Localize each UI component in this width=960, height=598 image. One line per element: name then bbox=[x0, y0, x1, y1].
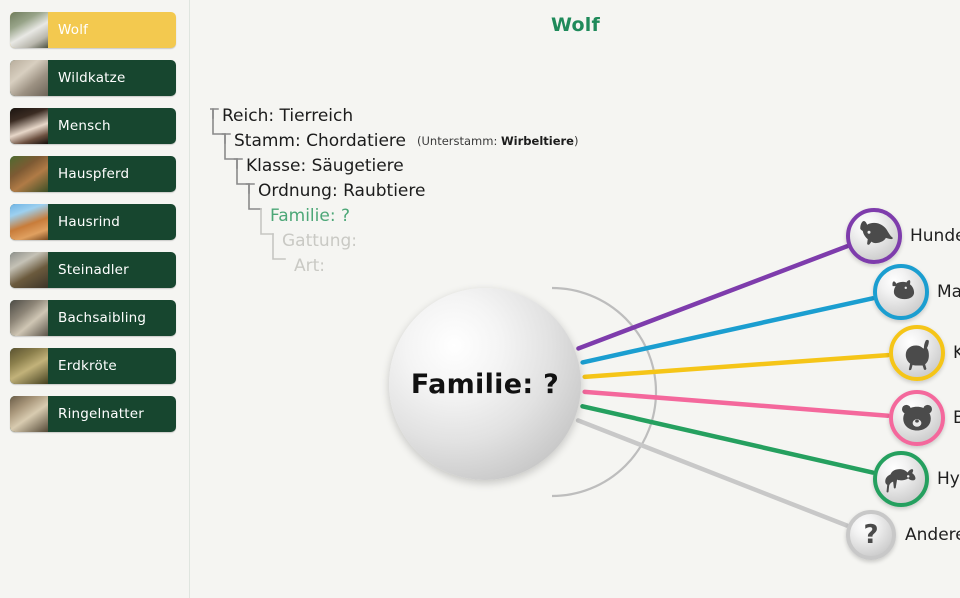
sidebar-item-erdkr-te[interactable]: Erdkröte bbox=[10, 348, 176, 384]
center-node-label: Familie: ? bbox=[410, 368, 560, 400]
sidebar-item-mensch[interactable]: Mensch bbox=[10, 108, 176, 144]
sidebar-item-ringelnatter[interactable]: Ringelnatter bbox=[10, 396, 176, 432]
substamm-suffix: ) bbox=[573, 134, 579, 148]
family-option-label: Katzen bbox=[953, 343, 960, 363]
taxonomy-rank-label: Ordnung: Raubtiere bbox=[258, 181, 426, 201]
sidebar-item-label: Bachsaibling bbox=[58, 310, 147, 326]
species-sidebar: Wolf Wildkatze Mensch Hauspferd Hausrind Stei… bbox=[0, 0, 190, 598]
taxonomy-substamm-note: (Unterstamm: Wirbeltiere) bbox=[417, 129, 578, 154]
page-title: Wolf bbox=[551, 14, 600, 36]
sidebar-item-label: Wolf bbox=[58, 22, 89, 38]
steinadler-thumbnail bbox=[10, 252, 48, 288]
wheel-spoke bbox=[582, 389, 891, 418]
sidebar-item-wolf[interactable]: Wolf bbox=[10, 12, 176, 48]
family-option-label: Bären bbox=[953, 408, 960, 428]
main-panel: Wolf Reich: Tierreich Stamm: Chordatiere… bbox=[191, 0, 960, 598]
substamm-value: Wirbeltiere bbox=[501, 134, 574, 148]
family-option-label: Marder bbox=[937, 282, 960, 302]
ringelnatter-thumbnail bbox=[10, 396, 48, 432]
center-node[interactable]: Familie: ? bbox=[389, 288, 581, 480]
taxonomy-row: Stamm: Chordatiere (Unterstamm: Wirbeltie… bbox=[210, 129, 630, 154]
center-outer-arc bbox=[551, 286, 658, 498]
family-option-circle[interactable] bbox=[889, 390, 945, 446]
taxonomy-row: Gattung: bbox=[210, 229, 630, 254]
erdkroete-thumbnail bbox=[10, 348, 48, 384]
sidebar-item-label: Erdkröte bbox=[58, 358, 117, 374]
wildkatze-thumbnail bbox=[10, 60, 48, 96]
family-option-label: Hunde bbox=[910, 226, 960, 246]
family-options: Hunde Marder Katzen Bären Hyänen? Andere ... bbox=[191, 0, 960, 598]
hausrind-thumbnail bbox=[10, 204, 48, 240]
taxonomy-rank-label: Stamm: Chordatiere bbox=[234, 131, 406, 151]
taxonomy-tree: Reich: Tierreich Stamm: Chordatiere (Unter… bbox=[210, 104, 630, 279]
bachsaibling-thumbnail bbox=[10, 300, 48, 336]
wolf-thumbnail bbox=[10, 12, 48, 48]
sidebar-item-steinadler[interactable]: Steinadler bbox=[10, 252, 176, 288]
mensch-thumbnail bbox=[10, 108, 48, 144]
taxonomy-rank-label: Familie: ? bbox=[270, 206, 350, 226]
family-option-label: Andere ... bbox=[905, 525, 960, 545]
family-option-circle[interactable] bbox=[889, 325, 945, 381]
dog-head-silhouette-icon bbox=[854, 216, 894, 256]
sidebar-item-bachsaibling[interactable]: Bachsaibling bbox=[10, 300, 176, 336]
sidebar-item-label: Steinadler bbox=[58, 262, 129, 278]
wheel-spoke bbox=[580, 296, 875, 365]
family-option-circle[interactable] bbox=[873, 451, 929, 507]
hauspferd-thumbnail bbox=[10, 156, 48, 192]
family-wheel-diagram: Familie: ? Hunde Marder Katzen Bären Hyänen?… bbox=[191, 0, 960, 598]
family-option-circle[interactable]: ? bbox=[846, 510, 896, 560]
sidebar-item-label: Mensch bbox=[58, 118, 111, 134]
wheel-spoke bbox=[580, 404, 875, 475]
taxonomy-row: Klasse: Säugetiere bbox=[210, 154, 630, 179]
sidebar-item-label: Hausrind bbox=[58, 214, 121, 230]
taxonomy-row: Ordnung: Raubtiere bbox=[210, 179, 630, 204]
family-option-circle[interactable] bbox=[846, 208, 902, 264]
bear-head-silhouette-icon bbox=[897, 398, 937, 438]
taxonomy-rank-label: Reich: Tierreich bbox=[222, 106, 354, 126]
wheel-spoke bbox=[575, 418, 850, 528]
family-option-circle[interactable] bbox=[873, 264, 929, 320]
sidebar-item-label: Ringelnatter bbox=[58, 406, 144, 422]
sidebar-item-label: Hauspferd bbox=[58, 166, 130, 182]
taxonomy-rank-label: Art: bbox=[294, 256, 326, 276]
sidebar-item-hausrind[interactable]: Hausrind bbox=[10, 204, 176, 240]
sidebar-item-wildkatze[interactable]: Wildkatze bbox=[10, 60, 176, 96]
substamm-prefix: (Unterstamm: bbox=[417, 134, 501, 148]
wheel-connector-lines bbox=[551, 244, 891, 528]
taxonomy-row: Reich: Tierreich bbox=[210, 104, 630, 129]
wheel-spoke bbox=[582, 352, 891, 380]
cat-silhouette-icon bbox=[897, 333, 937, 373]
sidebar-item-label: Wildkatze bbox=[58, 70, 126, 86]
app-root: Wolf Wildkatze Mensch Hauspferd Hausrind Stei… bbox=[0, 0, 960, 598]
taxonomy-row: Familie: ? bbox=[210, 204, 630, 229]
question-mark-icon: ? bbox=[863, 520, 879, 550]
sidebar-item-hauspferd[interactable]: Hauspferd bbox=[10, 156, 176, 192]
hyena-silhouette-icon bbox=[880, 458, 922, 500]
taxonomy-rank-label: Klasse: Säugetiere bbox=[246, 156, 404, 176]
taxonomy-rank-label: Gattung: bbox=[282, 231, 357, 251]
marten-silhouette-icon bbox=[882, 273, 920, 311]
family-option-label: Hyänen bbox=[937, 469, 960, 489]
taxonomy-row: Art: bbox=[210, 254, 630, 279]
